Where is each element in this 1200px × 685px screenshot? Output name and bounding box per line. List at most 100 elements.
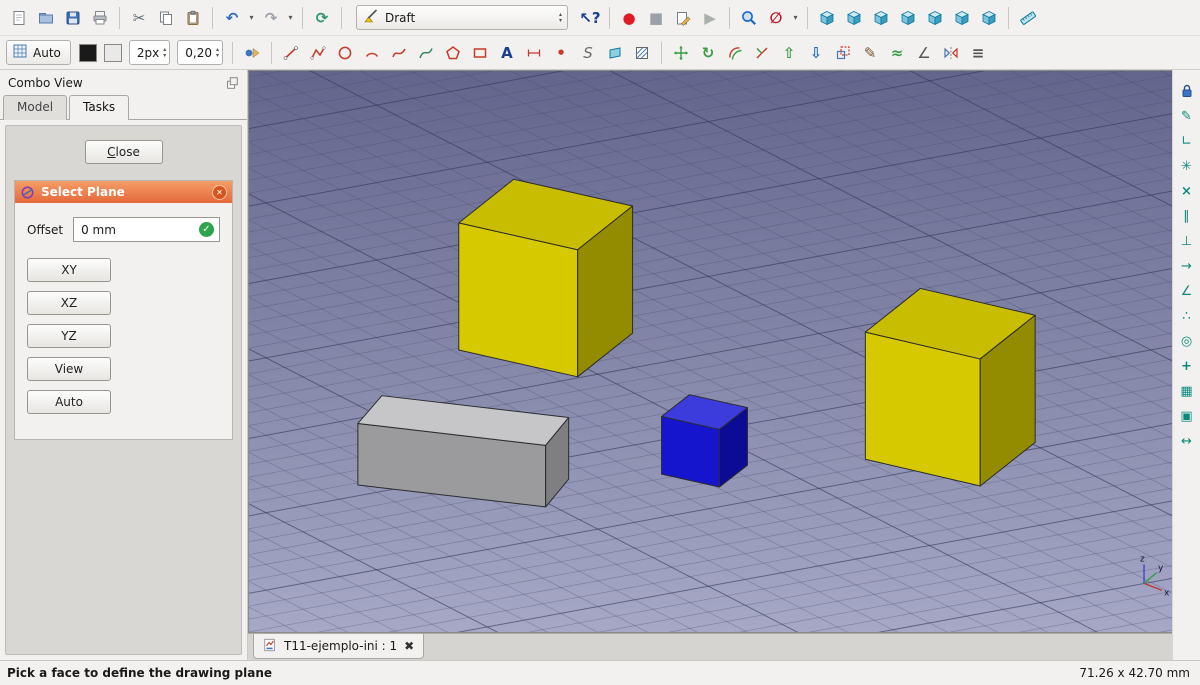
draft-circle-icon[interactable] bbox=[332, 40, 358, 66]
redo-icon[interactable]: ↷ bbox=[258, 5, 284, 31]
macro-stop-icon[interactable]: ■ bbox=[643, 5, 669, 31]
draft-offset-icon[interactable] bbox=[722, 40, 748, 66]
draft-text-icon[interactable]: A bbox=[494, 40, 520, 66]
view-bottom-icon[interactable] bbox=[949, 5, 975, 31]
draft-bspline-icon[interactable] bbox=[386, 40, 412, 66]
close-task-button[interactable]: Close bbox=[84, 140, 163, 164]
snap-dimensions-icon[interactable]: ↔ bbox=[1176, 430, 1198, 452]
snap-near-icon[interactable]: ◎ bbox=[1176, 330, 1198, 352]
view-isometric-icon[interactable] bbox=[814, 5, 840, 31]
toolbar-separator bbox=[729, 6, 730, 29]
draft-rotate-icon[interactable]: ↻ bbox=[695, 40, 721, 66]
draft-rectangle-icon[interactable] bbox=[467, 40, 493, 66]
face-color-swatch[interactable] bbox=[103, 43, 122, 62]
yellow-cube-left[interactable] bbox=[458, 178, 634, 378]
plane-auto-button[interactable]: Auto bbox=[27, 390, 111, 414]
text-scale-spinbox-arrows[interactable]: ▴ ▾ bbox=[216, 46, 219, 59]
copy-icon[interactable] bbox=[153, 5, 179, 31]
save-document-icon[interactable] bbox=[60, 5, 86, 31]
draft-polyline-icon[interactable] bbox=[305, 40, 331, 66]
draw-style-dropdown[interactable]: ▾ bbox=[790, 13, 801, 22]
snap-intersection-icon[interactable]: × bbox=[1176, 180, 1198, 202]
snap-special-icon[interactable]: ∴ bbox=[1176, 305, 1198, 327]
whats-this-icon[interactable]: ↖? bbox=[577, 5, 603, 31]
draft-move-icon[interactable] bbox=[668, 40, 694, 66]
snap-ortho-icon[interactable]: + bbox=[1176, 355, 1198, 377]
workbench-selector[interactable]: Draft ▴ ▾ bbox=[356, 5, 568, 30]
snap-perpendicular-icon[interactable]: ⊥ bbox=[1176, 230, 1198, 252]
draft-polygon-icon[interactable] bbox=[440, 40, 466, 66]
tab-tasks[interactable]: Tasks bbox=[69, 95, 130, 120]
snap-grid-icon[interactable]: ▦ bbox=[1176, 380, 1198, 402]
refresh-icon[interactable]: ⟳ bbox=[309, 5, 335, 31]
tab-model[interactable]: Model bbox=[3, 95, 68, 120]
close-document-icon[interactable]: ✖ bbox=[404, 639, 414, 653]
view-front-icon[interactable] bbox=[841, 5, 867, 31]
macro-play-icon[interactable]: ▶ bbox=[697, 5, 723, 31]
paste-icon[interactable] bbox=[180, 5, 206, 31]
measure-distance-icon[interactable] bbox=[1015, 5, 1041, 31]
plane-view-button[interactable]: View bbox=[27, 357, 111, 381]
draft-arc-icon[interactable] bbox=[359, 40, 385, 66]
undo-icon[interactable]: ↶ bbox=[219, 5, 245, 31]
plane-xy-button[interactable]: XY bbox=[27, 258, 111, 282]
view-left-icon[interactable] bbox=[976, 5, 1002, 31]
snap-lock-icon[interactable] bbox=[1176, 80, 1198, 102]
zoom-fit-all-icon[interactable] bbox=[736, 5, 762, 31]
snap-center-icon[interactable]: ✳ bbox=[1176, 155, 1198, 177]
draft-slope-icon[interactable]: ∠ bbox=[911, 40, 937, 66]
plane-xz-button[interactable]: XZ bbox=[27, 291, 111, 315]
view-right-icon[interactable] bbox=[895, 5, 921, 31]
line-width-spinbox-arrows[interactable]: ▴ ▾ bbox=[163, 46, 166, 59]
snap-parallel-icon[interactable]: ∥ bbox=[1176, 205, 1198, 227]
line-width-spinbox[interactable]: 2px ▴ ▾ bbox=[128, 40, 171, 65]
snap-midpoint-icon[interactable]: ∟ bbox=[1176, 130, 1198, 152]
panel-float-icon[interactable] bbox=[224, 75, 240, 91]
draft-wire-to-bspline-icon[interactable]: ≈ bbox=[884, 40, 910, 66]
redo-history-dropdown[interactable]: ▾ bbox=[285, 13, 296, 22]
task-collapse-icon[interactable]: ✕ bbox=[212, 184, 227, 200]
working-plane-button[interactable]: Auto bbox=[6, 40, 71, 65]
draft-edit-icon[interactable]: ✎ bbox=[857, 40, 883, 66]
cut-icon[interactable]: ✂ bbox=[126, 5, 152, 31]
main-toolbar: ✂ ↶ ▾ ↷ ▾ ⟳ Draft ▴ ▾ ↖? ● ■ ▶ ∅ ▾ bbox=[0, 0, 1200, 36]
workbench-combo-arrows[interactable]: ▴ ▾ bbox=[559, 11, 562, 24]
draft-dimension-icon[interactable] bbox=[521, 40, 547, 66]
draft-upgrade-icon[interactable]: ⇧ bbox=[776, 40, 802, 66]
text-scale-spinbox[interactable]: 0,20 ▴ ▾ bbox=[177, 40, 223, 65]
snap-angle-icon[interactable]: ∠ bbox=[1176, 280, 1198, 302]
undo-history-dropdown[interactable]: ▾ bbox=[246, 13, 257, 22]
blue-cube[interactable] bbox=[661, 394, 748, 488]
yellow-cube-right[interactable] bbox=[864, 287, 1036, 487]
3d-viewport[interactable]: z y x bbox=[248, 70, 1172, 633]
snap-endpoint-icon[interactable]: ✎ bbox=[1176, 105, 1198, 127]
print-icon[interactable] bbox=[87, 5, 113, 31]
draw-style-icon[interactable]: ∅ bbox=[763, 5, 789, 31]
draft-scale-icon[interactable] bbox=[830, 40, 856, 66]
select-plane-header[interactable]: Select Plane ✕ bbox=[15, 181, 232, 203]
draft-trimex-icon[interactable] bbox=[749, 40, 775, 66]
draft-downgrade-icon[interactable]: ⇩ bbox=[803, 40, 829, 66]
3d-scene[interactable]: z y x bbox=[249, 71, 1172, 632]
line-color-swatch[interactable] bbox=[78, 43, 97, 62]
offset-input[interactable]: 0 mm ✓ bbox=[73, 217, 220, 242]
draft-shapestring-icon[interactable]: S bbox=[575, 40, 601, 66]
new-document-icon[interactable] bbox=[6, 5, 32, 31]
draft-facebinder-icon[interactable] bbox=[602, 40, 628, 66]
draft-mirror-icon[interactable] bbox=[938, 40, 964, 66]
macro-record-icon[interactable]: ● bbox=[616, 5, 642, 31]
draft-hatch-icon[interactable] bbox=[629, 40, 655, 66]
view-rear-icon[interactable] bbox=[922, 5, 948, 31]
apply-style-icon[interactable] bbox=[239, 40, 265, 66]
snap-extension-icon[interactable]: → bbox=[1176, 255, 1198, 277]
draft-point-icon[interactable]: • bbox=[548, 40, 574, 66]
snap-working-plane-icon[interactable]: ▣ bbox=[1176, 405, 1198, 427]
document-tab[interactable]: T11-ejemplo-ini : 1 ✖ bbox=[253, 634, 425, 659]
draft-layer-icon[interactable]: ≡ bbox=[965, 40, 991, 66]
open-document-icon[interactable] bbox=[33, 5, 59, 31]
macro-edit-icon[interactable] bbox=[670, 5, 696, 31]
draft-line-icon[interactable] bbox=[278, 40, 304, 66]
view-top-icon[interactable] bbox=[868, 5, 894, 31]
draft-bezier-icon[interactable] bbox=[413, 40, 439, 66]
plane-yz-button[interactable]: YZ bbox=[27, 324, 111, 348]
